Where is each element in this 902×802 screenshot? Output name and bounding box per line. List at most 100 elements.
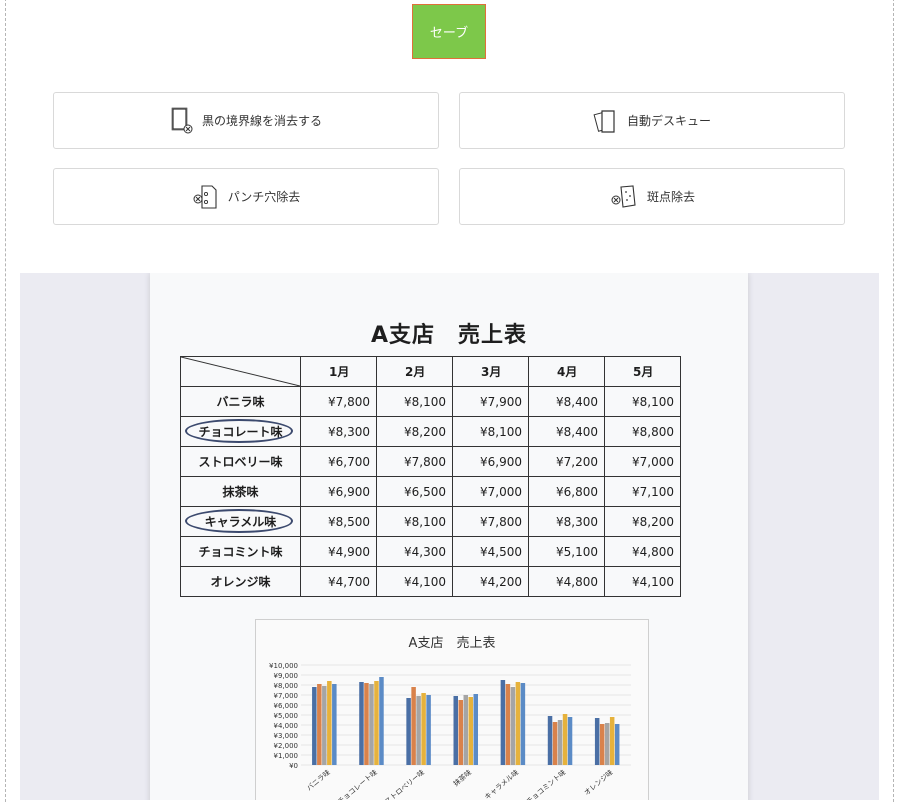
flavor-cell: チョコレート味: [180, 416, 301, 447]
bar: [332, 684, 337, 765]
value-cell: ¥4,900: [300, 536, 377, 567]
value-cell: ¥8,300: [528, 506, 605, 537]
y-tick-label: ¥7,000: [274, 692, 299, 700]
y-tick-label: ¥4,000: [274, 722, 299, 730]
flavor-label: バニラ味: [216, 395, 265, 409]
x-tick-label: 抹茶味: [451, 768, 473, 788]
x-tick-label: チョコレート味: [336, 768, 379, 800]
bar: [594, 718, 600, 765]
month-header: 2月: [376, 356, 453, 387]
value-cell: ¥4,300: [376, 536, 453, 567]
value-cell: ¥5,100: [528, 536, 605, 567]
bar: [322, 686, 327, 765]
spot-removal-button[interactable]: 斑点除去: [459, 168, 845, 225]
auto-deskew-label: 自動デスキュー: [626, 114, 711, 128]
bar: [426, 695, 431, 765]
bar: [359, 682, 364, 765]
value-cell: ¥8,100: [604, 386, 681, 417]
value-cell: ¥7,000: [452, 476, 529, 507]
bar: [317, 684, 322, 765]
remove-black-border-label: 黒の境界線を消去する: [201, 114, 322, 128]
remove-black-border-button[interactable]: 黒の境界線を消去する: [53, 92, 439, 149]
bar: [458, 700, 463, 765]
y-tick-label: ¥9,000: [274, 672, 299, 680]
table-row: オレンジ味 ¥4,700 ¥4,100 ¥4,200 ¥4,800 ¥4,100: [180, 566, 681, 597]
bar: [473, 694, 478, 765]
value-cell: ¥6,500: [376, 476, 453, 507]
scanned-page: A支店 売上表 1月 2月 3月 4月 5月 バニラ味 ¥7,800 ¥8,100 ¥…: [150, 273, 748, 800]
deskew-icon: [593, 107, 619, 135]
table-corner-cell: [180, 356, 301, 387]
x-tick-label: キャラメル味: [483, 768, 521, 800]
bar: [463, 695, 468, 765]
value-cell: ¥8,200: [376, 416, 453, 447]
value-cell: ¥4,100: [604, 566, 681, 597]
table-row: チョコミント味 ¥4,900 ¥4,300 ¥4,500 ¥5,100 ¥4,800: [180, 536, 681, 567]
flavor-label: 抹茶味: [222, 485, 259, 499]
auto-deskew-button[interactable]: 自動デスキュー: [459, 92, 845, 149]
bar: [369, 684, 374, 765]
value-cell: ¥7,200: [528, 446, 605, 477]
x-tick-label: チョコミント味: [524, 768, 567, 800]
flavor-cell: ストロベリー味: [180, 446, 301, 477]
value-cell: ¥6,800: [528, 476, 605, 507]
y-tick-label: ¥3,000: [274, 732, 299, 740]
month-header: 5月: [604, 356, 681, 387]
bar: [599, 724, 605, 765]
bar: [421, 693, 426, 765]
punch-hole-removal-button[interactable]: パンチ穴除去: [53, 168, 439, 225]
y-tick-label: ¥6,000: [274, 702, 299, 710]
bar: [327, 681, 332, 765]
x-tick-label: ストロベリー味: [383, 768, 426, 800]
table-row: キャラメル味 ¥8,500 ¥8,100 ¥7,800 ¥8,300 ¥8,200: [180, 506, 681, 537]
bar: [604, 723, 610, 765]
bar: [510, 687, 516, 765]
value-cell: ¥8,800: [604, 416, 681, 447]
bar: [515, 682, 521, 765]
table-row: ストロベリー味 ¥6,700 ¥7,800 ¥6,900 ¥7,200 ¥7,000: [180, 446, 681, 477]
flavor-cell: バニラ味: [180, 386, 301, 417]
value-cell: ¥8,500: [300, 506, 377, 537]
value-cell: ¥7,800: [452, 506, 529, 537]
table-row: チョコレート味 ¥8,300 ¥8,200 ¥8,100 ¥8,400 ¥8,800: [180, 416, 681, 447]
bar: [312, 687, 317, 765]
save-button[interactable]: セーブ: [412, 4, 486, 59]
value-cell: ¥4,800: [528, 566, 605, 597]
value-cell: ¥4,100: [376, 566, 453, 597]
bar: [552, 722, 558, 765]
punch-hole-icon: [192, 183, 220, 211]
bar: [557, 720, 563, 765]
circle-mark: [185, 419, 293, 443]
value-cell: ¥7,900: [452, 386, 529, 417]
bar: [547, 716, 553, 765]
bar: [614, 724, 620, 765]
bar: [416, 696, 421, 765]
month-header: 3月: [452, 356, 529, 387]
spot-removal-label: 斑点除去: [646, 190, 695, 204]
value-cell: ¥4,500: [452, 536, 529, 567]
value-cell: ¥4,700: [300, 566, 377, 597]
flavor-cell: オレンジ味: [180, 566, 301, 597]
flavor-cell: キャラメル味: [180, 506, 301, 537]
flavor-cell: チョコミント味: [180, 536, 301, 567]
value-cell: ¥8,200: [604, 506, 681, 537]
chart-plot: ¥10,000 ¥9,000 ¥8,000 ¥7,000 ¥6,000 ¥5,000 ¥4,…: [269, 662, 631, 800]
bar: [379, 677, 384, 765]
spot-removal-icon: [609, 183, 639, 211]
bar: [411, 687, 416, 765]
bar: [406, 698, 411, 765]
bar: [567, 717, 573, 765]
value-cell: ¥6,700: [300, 446, 377, 477]
value-cell: ¥4,200: [452, 566, 529, 597]
month-header: 1月: [300, 356, 377, 387]
punch-hole-removal-label: パンチ穴除去: [227, 190, 301, 204]
bar: [520, 683, 526, 765]
bar: [468, 697, 473, 765]
value-cell: ¥8,100: [452, 416, 529, 447]
month-header: 4月: [528, 356, 605, 387]
y-tick-label: ¥0: [289, 762, 298, 770]
y-tick-label: ¥8,000: [274, 682, 299, 690]
bar: [609, 717, 615, 765]
value-cell: ¥6,900: [452, 446, 529, 477]
value-cell: ¥8,100: [376, 506, 453, 537]
